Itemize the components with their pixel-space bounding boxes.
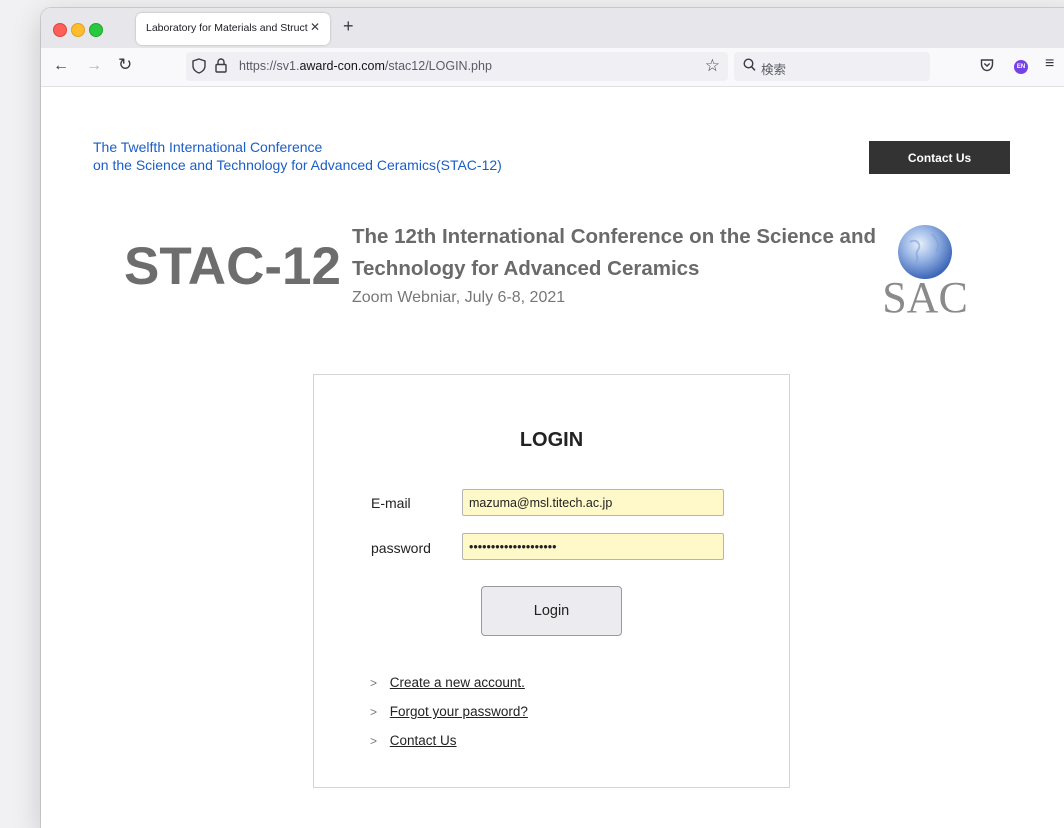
search-placeholder: 検索 [761,63,787,77]
forgot-password-link[interactable]: Forgot your password? [390,704,528,719]
url-host: award-con.com [299,59,385,73]
email-label: E-mail [371,495,411,511]
chevron-right-icon: > [370,734,378,748]
create-account-link[interactable]: Create a new account. [390,675,525,690]
link-item: > Create a new account. [370,675,525,690]
pocket-icon[interactable] [980,58,994,72]
site-title-line2: on the Science and Technology for Advanc… [93,157,502,173]
zoom-window-button[interactable] [89,23,103,37]
url-prefix: https://sv1. [239,59,300,73]
conference-title-line2: Technology for Advanced Ceramics [352,257,700,280]
site-title-line1: The Twelfth International Conference [93,139,323,155]
chevron-right-icon: > [370,705,378,719]
tab-bar: Laboratory for Materials and Structures … [41,8,1064,48]
login-heading: LOGIN [519,429,584,451]
sac-emblem-text: SAC [882,273,968,320]
padlock-icon[interactable] [215,58,227,73]
back-arrow-icon[interactable]: ← [53,57,69,75]
url-text[interactable]: https://sv1.award-con.com/stac12/LOGIN.p… [239,59,492,73]
tab-title: Laboratory for Materials and Structures [146,22,308,34]
chevron-right-icon: > [370,676,378,690]
link-item: > Forgot your password? [370,704,528,719]
stac-logo: STAC-12 [124,237,341,296]
minimize-window-button[interactable] [71,23,85,37]
password-input[interactable] [462,533,724,560]
navigation-toolbar: ← → ↻ https://sv1.award-con.com/stac12/L… [41,48,1064,87]
conference-date: Zoom Webniar, July 6-8, 2021 [352,289,566,306]
email-input[interactable] [462,489,724,516]
browser-tab-active[interactable]: Laboratory for Materials and Structures … [136,13,330,45]
globe-icon [898,225,952,279]
login-panel: LOGIN E-mail password Login > Create a n… [313,374,790,788]
address-bar[interactable]: https://sv1.award-con.com/stac12/LOGIN.p… [186,52,728,81]
language-extension-icon[interactable]: EN [1014,60,1028,74]
hamburger-menu-icon[interactable]: ≡ [1045,55,1054,73]
page-content: The Twelfth International Conference on … [41,87,1064,828]
reload-icon[interactable]: ↻ [118,55,132,75]
browser-window: Laboratory for Materials and Structures … [41,8,1064,828]
url-path: /stac12/LOGIN.php [384,59,492,73]
link-item: > Contact Us [370,733,457,748]
sac-emblem-logo: SAC [882,225,968,320]
password-label: password [371,540,431,556]
close-window-button[interactable] [53,23,67,37]
contact-us-button[interactable]: Contact Us [869,141,1010,174]
contact-us-link[interactable]: Contact Us [390,733,457,748]
bookmark-star-icon[interactable]: ☆ [705,56,720,76]
search-bar[interactable]: 検索 [734,52,930,81]
conference-title-line1: The 12th International Conference on the… [352,225,876,248]
search-icon [743,58,756,71]
site-title[interactable]: The Twelfth International Conference on … [93,138,502,174]
new-tab-button[interactable]: + [343,16,354,37]
tracking-shield-icon[interactable] [192,58,206,74]
login-button[interactable]: Login [481,586,622,636]
forward-arrow-icon[interactable]: → [86,57,102,75]
close-tab-icon[interactable]: ✕ [310,20,320,34]
